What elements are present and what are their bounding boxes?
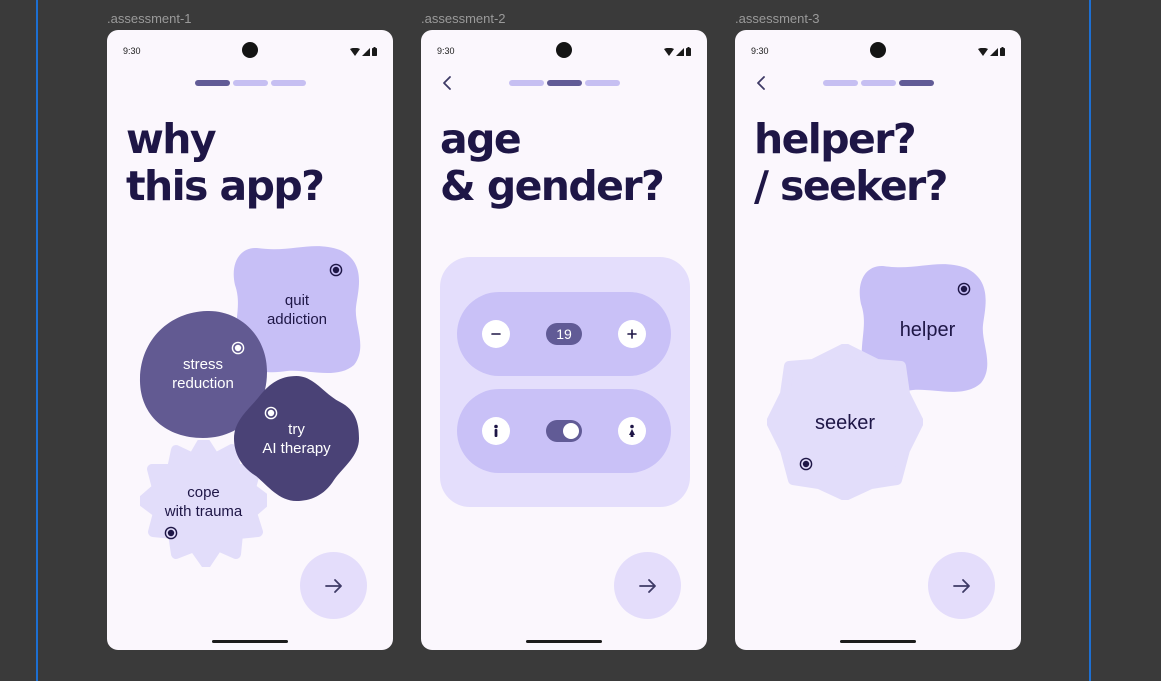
radio-selected-icon: [329, 263, 343, 277]
chevron-left-icon[interactable]: [753, 74, 771, 92]
home-indicator[interactable]: [526, 640, 602, 643]
status-time: 9:30: [751, 46, 769, 56]
option-label: seeker: [814, 412, 876, 434]
person-icon: [629, 424, 635, 437]
status-icons: [664, 47, 691, 56]
progress-step-2: [233, 80, 268, 86]
decrement-button[interactable]: [482, 320, 510, 348]
option-seeker[interactable]: seeker: [767, 344, 923, 500]
phone-screen-assessment-2: 9:30 age & gender? 19: [421, 30, 707, 650]
next-button[interactable]: [614, 552, 681, 619]
gender-option-right[interactable]: [618, 417, 646, 445]
progress-indicator: [195, 80, 306, 86]
minus-icon: [491, 333, 501, 335]
frame-guide-right: [1089, 0, 1091, 681]
status-icons: [350, 47, 377, 56]
camera-cutout: [870, 42, 886, 58]
frame-label-assessment-1: .assessment-1: [107, 11, 192, 26]
phone-screen-assessment-1: 9:30 why this app? quit addiction cope w…: [107, 30, 393, 650]
battery-icon: [1000, 47, 1005, 56]
progress-step-3: [585, 80, 620, 86]
arrow-right-icon: [952, 578, 970, 593]
gender-option-left[interactable]: [482, 417, 510, 445]
progress-step-1: [509, 80, 544, 86]
page-title: helper? / seeker?: [754, 115, 948, 210]
radio-selected-icon: [264, 406, 278, 420]
page-title: why this app?: [126, 115, 325, 210]
page-title-line-1: why: [126, 115, 217, 163]
progress-step-1: [823, 80, 858, 86]
camera-cutout: [242, 42, 258, 58]
page-title-line-2: & gender?: [440, 162, 665, 210]
progress-indicator: [509, 80, 620, 86]
option-try-ai-therapy[interactable]: try AI therapy: [232, 374, 361, 503]
progress-indicator: [823, 80, 934, 86]
status-time: 9:30: [123, 46, 141, 56]
arrow-right-icon: [324, 578, 342, 593]
battery-icon: [686, 47, 691, 56]
progress-step-3: [899, 80, 934, 86]
option-label: try AI therapy: [262, 421, 331, 457]
next-button[interactable]: [300, 552, 367, 619]
radio-selected-icon: [799, 457, 813, 471]
progress-step-3: [271, 80, 306, 86]
progress-step-2: [547, 80, 582, 86]
page-title-line-2: this app?: [126, 162, 325, 210]
page-title: age & gender?: [440, 115, 665, 210]
progress-step-1: [195, 80, 230, 86]
option-label: helper: [899, 319, 956, 341]
phone-screen-assessment-3: 9:30 helper? / seeker? helper seeker: [735, 30, 1021, 650]
page-title-line-2: / seeker?: [754, 162, 948, 210]
next-button[interactable]: [928, 552, 995, 619]
frame-guide-left: [36, 0, 38, 681]
frame-label-assessment-3: .assessment-3: [735, 11, 820, 26]
age-gender-card: 19: [440, 257, 690, 507]
age-value: 19: [546, 323, 582, 345]
signal-icon: [990, 47, 998, 56]
status-icons: [978, 47, 1005, 56]
page-title-line-1: helper?: [754, 115, 917, 163]
person-icon: [494, 424, 498, 437]
radio-selected-icon: [231, 341, 245, 355]
wifi-icon: [350, 47, 360, 56]
plus-icon: [627, 329, 637, 339]
progress-step-2: [861, 80, 896, 86]
gender-toggle[interactable]: [546, 420, 582, 442]
arrow-right-icon: [638, 578, 656, 593]
radio-selected-icon: [164, 526, 178, 540]
page-title-line-1: age: [440, 115, 522, 163]
wifi-icon: [978, 47, 988, 56]
chevron-left-icon[interactable]: [439, 74, 457, 92]
increment-button[interactable]: [618, 320, 646, 348]
signal-icon: [676, 47, 684, 56]
home-indicator[interactable]: [212, 640, 288, 643]
age-stepper: 19: [457, 292, 671, 376]
status-time: 9:30: [437, 46, 455, 56]
battery-icon: [372, 47, 377, 56]
camera-cutout: [556, 42, 572, 58]
radio-selected-icon: [957, 282, 971, 296]
gender-toggle-row: [457, 389, 671, 473]
toggle-knob: [563, 423, 579, 439]
wifi-icon: [664, 47, 674, 56]
frame-label-assessment-2: .assessment-2: [421, 11, 506, 26]
home-indicator[interactable]: [840, 640, 916, 643]
signal-icon: [362, 47, 370, 56]
